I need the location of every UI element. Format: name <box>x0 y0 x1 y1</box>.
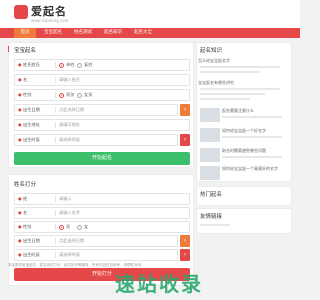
test-male-label: 男 <box>66 224 71 229</box>
article-divider <box>200 93 265 95</box>
article-divider <box>200 98 250 100</box>
sidebar-links-title: 友情链接 <box>200 214 223 220</box>
test-time-picker-button[interactable]: › <box>180 249 190 261</box>
header: 爱起名 www.izqiming.com <box>0 0 300 28</box>
test-birth-date-label: ● 出生日期 <box>18 238 40 243</box>
test-male-radio[interactable] <box>59 225 64 230</box>
girl-radio[interactable] <box>77 93 82 98</box>
sidebar-article[interactable]: 怎么给宝宝起名字 <box>198 58 288 64</box>
birth-date-field[interactable]: ● 出生日期 点此选择日期 <box>14 104 178 116</box>
surname-label: ● 姓氏姓氏 <box>18 62 40 67</box>
birth-date-label: ● 出生日期 <box>18 107 40 112</box>
watermark-brand: 速站收录 <box>115 272 203 296</box>
calendar-button[interactable]: › <box>180 104 190 116</box>
article-divider <box>222 136 282 138</box>
main-nav: 首页 宝宝起名 姓名测试 起名知识 起名大全 <box>0 28 300 38</box>
test-female-radio[interactable] <box>77 225 82 230</box>
logo-icon[interactable] <box>14 5 28 19</box>
sidebar-article[interactable]: 如何给宝宝起一个寓意好的名字 <box>222 166 288 172</box>
boy-label: 男孩 <box>66 92 75 97</box>
article-divider <box>200 66 280 68</box>
surname-field[interactable]: ● 姓氏姓氏 单姓 复姓 <box>14 59 190 71</box>
time-picker-button[interactable]: › <box>180 134 190 146</box>
sidebar-hot-title: 热门起名 <box>200 192 223 198</box>
page: 爱起名 www.izqiming.com 首页 宝宝起名 姓名测试 起名知识 起… <box>0 0 300 300</box>
sidebar-article[interactable]: 起名需要注意什么 <box>222 108 288 114</box>
article-thumbnail[interactable] <box>200 148 220 162</box>
girl-label: 女孩 <box>84 92 93 97</box>
article-divider <box>222 156 282 158</box>
single-surname-label: 单姓 <box>66 62 75 67</box>
article-divider <box>200 71 260 73</box>
article-divider <box>222 116 282 118</box>
test-given-placeholder: 请输入名字 <box>59 210 80 215</box>
test-birth-date-placeholder: 点此选择日期 <box>59 238 85 243</box>
test-birth-time-placeholder: 请选择时辰 <box>59 252 80 257</box>
baby-naming-title: 宝宝起名 <box>14 48 37 54</box>
start-naming-button[interactable]: 开始起名 <box>14 152 190 165</box>
test-surname-label: ● 姓 <box>18 196 28 201</box>
birth-place-field[interactable]: ● 出生地址 请填写地址 <box>14 119 190 131</box>
double-surname-label: 复姓 <box>84 62 93 67</box>
test-gender-field[interactable]: ● 性别 男 女 <box>14 221 190 233</box>
boy-radio[interactable] <box>59 93 64 98</box>
test-birth-time-label: ● 出生时辰 <box>18 252 40 257</box>
gender-field[interactable]: ● 性别 男孩 女孩 <box>14 89 190 101</box>
gender-label: ● 性别 <box>18 92 32 97</box>
article-divider <box>200 88 280 90</box>
nav-item-knowledge[interactable]: 起名知识 <box>98 28 128 38</box>
name-test-title: 姓名打分 <box>14 182 37 188</box>
sidebar-article[interactable]: 宝宝起名有哪些讲究 <box>198 80 288 86</box>
baby-surname-input[interactable]: ● 名 请输入姓氏 <box>14 74 190 86</box>
test-calendar-button[interactable]: › <box>180 235 190 247</box>
test-birth-date-field[interactable]: ● 出生日期 点此选择日期 <box>14 235 178 247</box>
sidebar-article[interactable]: 取名时需要避免哪些问题 <box>222 148 288 154</box>
test-given-field[interactable]: ● 名 请输入名字 <box>14 207 190 219</box>
test-female-label: 女 <box>84 224 89 229</box>
article-thumbnail[interactable] <box>200 166 220 180</box>
test-gender-label: ● 性别 <box>18 224 32 229</box>
birth-time-placeholder: 请选择时辰 <box>59 137 80 142</box>
birth-place-label: ● 出生地址 <box>18 122 40 127</box>
baby-surname-label: ● 名 <box>18 77 28 82</box>
sidebar-title: 起名知识 <box>200 48 223 54</box>
birth-time-label: ● 出生时辰 <box>18 137 40 142</box>
nav-item-name-test[interactable]: 姓名测试 <box>68 28 98 38</box>
test-birth-time-field[interactable]: ● 出生时辰 请选择时辰 <box>14 249 178 261</box>
logo-text[interactable]: 爱起名 <box>31 3 67 19</box>
logo-url: www.izqiming.com <box>31 18 69 23</box>
nav-item-home[interactable]: 首页 <box>14 28 36 38</box>
test-given-label: ● 名 <box>18 210 28 215</box>
article-thumbnail[interactable] <box>200 108 220 122</box>
single-surname-radio[interactable] <box>59 63 64 68</box>
nav-item-directory[interactable]: 起名大全 <box>128 28 158 38</box>
birth-time-field[interactable]: ● 出生时辰 请选择时辰 <box>14 134 178 146</box>
panel-accent <box>8 46 9 52</box>
nav-item-baby-naming[interactable]: 宝宝起名 <box>38 28 68 38</box>
double-surname-radio[interactable] <box>77 63 82 68</box>
birth-date-placeholder: 点此选择日期 <box>59 107 85 112</box>
article-thumbnail[interactable] <box>200 128 220 142</box>
link-placeholder <box>200 224 230 226</box>
sidebar-article[interactable]: 如何给宝宝起一个好名字 <box>222 128 288 134</box>
birth-place-placeholder: 请填写地址 <box>59 122 80 127</box>
test-surname-placeholder: 请输入 <box>59 196 72 201</box>
test-surname-field[interactable]: ● 姓 请输入 <box>14 193 190 205</box>
baby-surname-placeholder: 请输入姓氏 <box>59 77 80 82</box>
